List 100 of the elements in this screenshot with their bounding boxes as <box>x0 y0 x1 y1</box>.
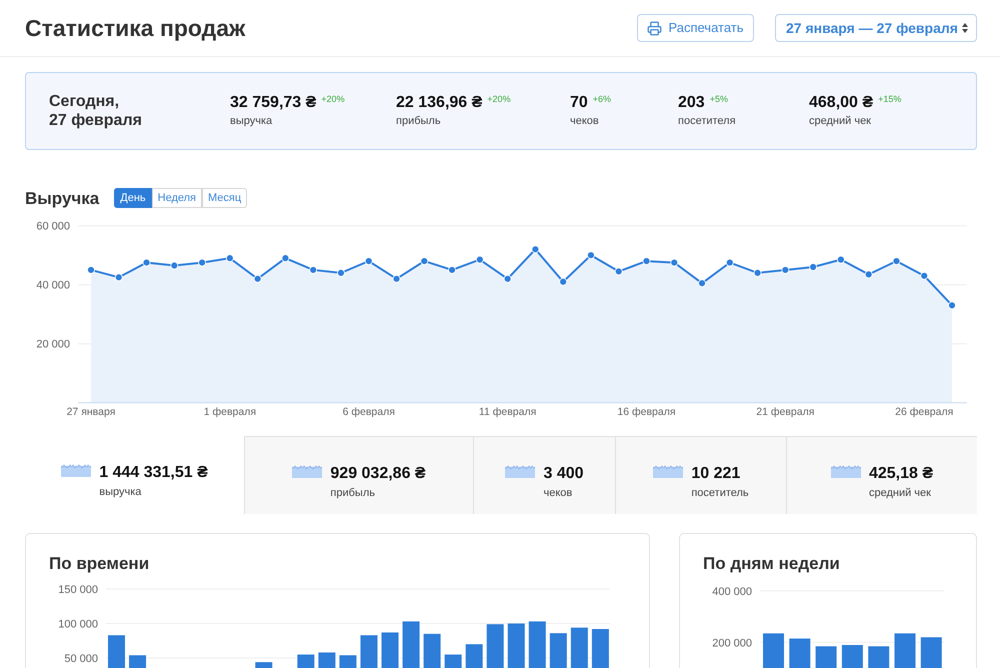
data-point <box>531 245 540 254</box>
data-point <box>364 257 373 265</box>
axis-label: 50 000 <box>64 653 98 665</box>
data-point <box>142 258 150 266</box>
data-point <box>642 257 650 265</box>
data-point <box>920 272 928 280</box>
data-point <box>309 266 318 274</box>
bar <box>444 654 462 668</box>
sparkline-icon <box>505 464 536 478</box>
bar <box>382 632 399 668</box>
metric-label: выручка <box>230 114 274 128</box>
axis-label: 400 000 <box>712 586 752 598</box>
metric-value: 203 <box>678 94 705 112</box>
axis-label: 1 февраля <box>204 406 256 418</box>
metric-tab[interactable]: 425,18 ₴ средний чек <box>786 436 977 514</box>
data-point <box>392 274 400 283</box>
axis-label: 27 января <box>66 406 116 418</box>
metric-tab[interactable]: 929 032,86 ₴ прибыль <box>244 436 473 514</box>
period-tab[interactable]: День <box>114 188 152 208</box>
data-point <box>254 274 262 283</box>
period-tab[interactable]: Неделя <box>152 188 202 208</box>
axis-label: 21 февраля <box>756 406 814 418</box>
axis-label: 60 000 <box>36 220 70 233</box>
bar <box>868 646 890 668</box>
metric-value: 468,00 ₴ <box>809 94 874 112</box>
data-point <box>754 269 762 277</box>
data-point <box>170 262 178 270</box>
axis-label: 100 000 <box>58 618 98 630</box>
axis-label: 150 000 <box>58 584 98 596</box>
change-percent: +20% <box>487 94 511 104</box>
data-point <box>726 258 734 266</box>
sparkline-icon <box>830 464 862 478</box>
axis-label: 200 000 <box>712 637 752 650</box>
bar <box>763 633 784 668</box>
metric-value: 70 <box>570 94 588 112</box>
bar <box>842 644 863 668</box>
sparkline-icon <box>653 464 684 478</box>
metric-label: чеков <box>570 114 600 128</box>
sparkline-icon <box>61 463 92 477</box>
bar <box>550 633 567 668</box>
metric-tab[interactable]: 3 400 чеков <box>473 436 615 514</box>
data-point <box>476 256 484 264</box>
bar <box>592 629 609 668</box>
data-point <box>837 256 845 264</box>
bar <box>402 621 420 668</box>
bar <box>108 635 125 668</box>
bar <box>297 654 314 668</box>
metric-tab[interactable]: 10 221 посетитель <box>615 436 786 514</box>
data-point <box>781 266 790 274</box>
bar <box>816 646 837 668</box>
bar <box>466 644 483 668</box>
axis-label: 20 000 <box>36 338 70 351</box>
change-percent: +6% <box>592 94 612 104</box>
print-button[interactable]: Распечатать <box>637 14 754 42</box>
change-percent: +5% <box>710 94 728 104</box>
today-title: Сегодня, 27 февраля <box>49 92 143 130</box>
axis-label: 16 февраля <box>617 406 676 418</box>
bar <box>255 662 272 668</box>
metric-label: средний чек <box>809 114 872 128</box>
card-title: По времени <box>48 553 150 574</box>
bar <box>360 635 378 668</box>
metric-value: 32 759,73 ₴ <box>230 94 316 112</box>
data-point <box>226 254 234 262</box>
data-point <box>670 258 678 266</box>
section-title: Выручка <box>25 190 100 206</box>
data-point <box>420 257 428 265</box>
bar <box>339 655 356 668</box>
bar <box>894 633 916 668</box>
bar <box>920 637 942 668</box>
change-percent: +20% <box>321 94 345 104</box>
bar <box>570 628 588 668</box>
data-point <box>282 254 290 262</box>
bar <box>424 634 441 668</box>
bar <box>318 652 336 668</box>
bar <box>528 621 546 668</box>
data-point <box>892 257 900 265</box>
data-point <box>448 266 456 274</box>
data-point <box>504 274 512 283</box>
data-point <box>87 266 95 274</box>
metric-value: 22 136,96 ₴ <box>396 94 482 112</box>
bar <box>129 655 146 668</box>
data-point <box>864 270 873 278</box>
change-percent: +15% <box>878 94 902 104</box>
sparkline-icon <box>292 464 324 478</box>
period-tab[interactable]: Месяц <box>202 188 248 208</box>
data-point <box>809 263 818 271</box>
bar <box>508 624 525 668</box>
axis-label: 40 000 <box>36 280 70 292</box>
axis-label: 26 февраля <box>895 406 954 418</box>
metric-label: посетителя <box>678 114 737 128</box>
printer-icon <box>647 20 662 36</box>
bar <box>486 624 504 668</box>
bar <box>789 638 810 668</box>
page-title: Статистика продаж <box>25 16 246 40</box>
data-point <box>614 268 623 276</box>
card-title: По дням недели <box>702 553 841 574</box>
data-point <box>948 301 956 310</box>
data-point <box>698 279 706 288</box>
updown-icon <box>962 23 968 33</box>
date-range-select[interactable]: 27 января — 27 февраля <box>775 14 977 42</box>
